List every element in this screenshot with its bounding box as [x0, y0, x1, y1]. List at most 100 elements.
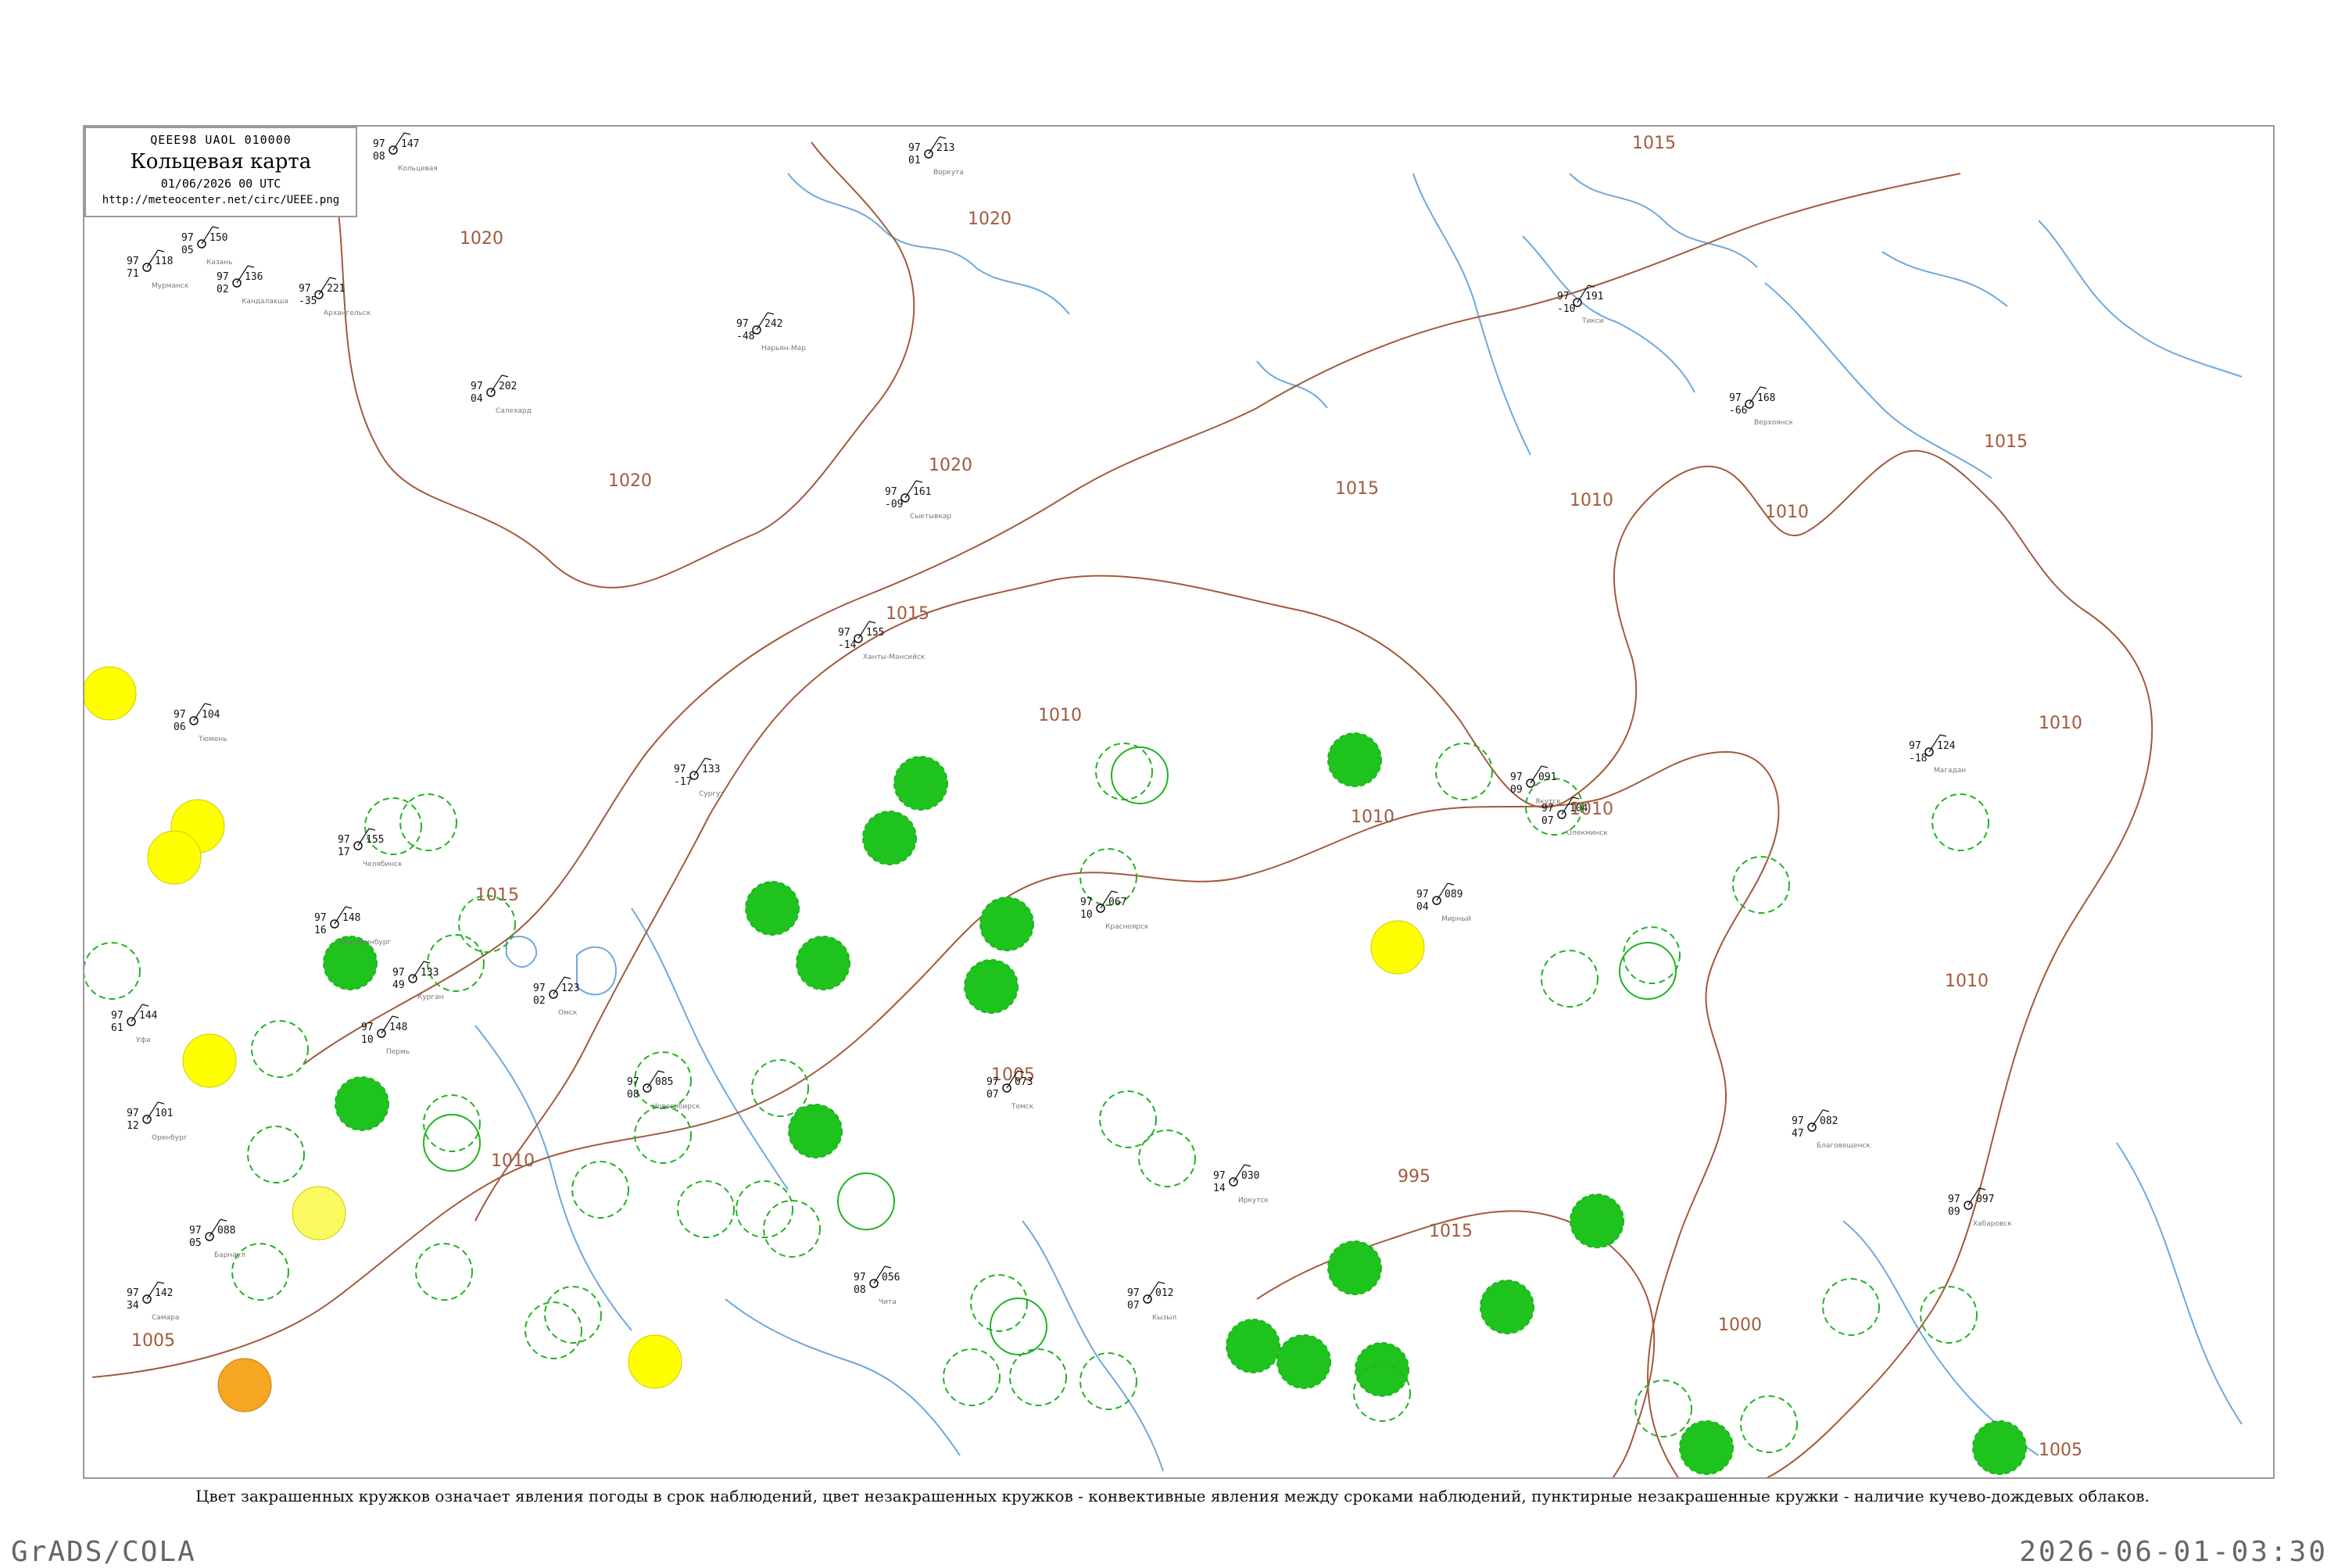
station-name: Благовещенск	[1817, 1142, 1871, 1150]
station-pressure: 168	[1757, 392, 1775, 404]
station-pressure: 147	[401, 138, 419, 150]
wind-barb-feather	[939, 136, 947, 139]
river	[725, 1298, 961, 1456]
station-dewpoint: 17	[338, 847, 350, 858]
cb-circle	[970, 1274, 1028, 1332]
station-name: Хабаровск	[1973, 1220, 2012, 1228]
wind-barb-feather	[392, 1015, 399, 1018]
river	[2116, 1142, 2243, 1425]
station-temperature: 97	[127, 1287, 139, 1299]
station-pressure: 133	[421, 967, 439, 979]
station-temperature: 97	[1909, 740, 1921, 752]
station-temperature: 97	[127, 256, 139, 267]
wind-barb-feather	[157, 1101, 165, 1104]
station-dewpoint: -66	[1729, 405, 1747, 417]
map-caption: Цвет закрашенных кружков означает явлени…	[195, 1487, 2150, 1505]
station-temperature: 97	[674, 764, 686, 775]
wind-barb-feather	[212, 226, 220, 229]
cb-circle	[524, 1301, 582, 1359]
station-pressure: 136	[245, 271, 263, 283]
station-dewpoint: 08	[627, 1089, 639, 1101]
storm-circle	[1679, 1420, 1734, 1475]
station-dewpoint: 02	[533, 995, 546, 1007]
station-dewpoint: -48	[736, 331, 754, 342]
yellow-circle	[182, 1033, 237, 1088]
cb-circle	[751, 1059, 809, 1117]
wind-barb-feather	[345, 906, 353, 909]
wind-barb-feather	[204, 703, 212, 706]
station-plot: 012 9707 Кызыл	[1127, 1281, 1176, 1322]
wind-barb-feather	[1158, 1281, 1165, 1284]
station-name: Мирный	[1441, 915, 1471, 923]
convective-ring	[990, 1298, 1047, 1355]
station-pressure: 104	[202, 709, 220, 721]
station-name: Кандалакша	[242, 298, 288, 306]
station-pressure: 082	[1820, 1115, 1838, 1127]
isobar-label: 1015	[475, 886, 519, 905]
station-plot: 148 9710 Пермь	[361, 1015, 410, 1056]
station-pressure: 012	[1155, 1287, 1173, 1299]
cb-circle	[1009, 1348, 1067, 1406]
isobar	[334, 141, 915, 589]
cb-circle	[1634, 1380, 1692, 1437]
isobar-label: 1010	[1570, 491, 1613, 510]
station-temperature: 97	[314, 912, 327, 924]
station-plot: 213 9701 Воркута	[908, 136, 964, 177]
storm-circle	[796, 936, 850, 990]
station-layer: 1479708Кольцевая1369702Кандалакша1189771…	[111, 132, 2012, 1322]
wind-barb-feather	[220, 1219, 227, 1222]
station-dewpoint: 05	[189, 1237, 202, 1249]
station-plot: 155 97-14 Ханты-Мансийск	[838, 621, 925, 661]
station-name: Омск	[558, 1009, 578, 1017]
station-dewpoint: 07	[1127, 1300, 1140, 1312]
station-temperature: 97	[471, 381, 483, 392]
station-dewpoint: 08	[373, 151, 385, 163]
isobar-label: 1010	[1945, 972, 1989, 991]
title-box: QEEE98 UAOL 010000 Кольцевая карта 01/06…	[84, 127, 357, 217]
station-dewpoint: 12	[127, 1120, 139, 1132]
station-dewpoint: 10	[1080, 909, 1093, 921]
map-url[interactable]: http://meteocenter.net/circ/UEEE.png	[86, 194, 356, 206]
cb-circle	[415, 1243, 473, 1301]
river	[1522, 235, 1695, 393]
isobar-labels: 1020 1020 1020 1020 1015 1015 1015 1015 …	[131, 134, 2082, 1460]
wind-barb-feather	[403, 132, 411, 135]
station-temperature: 97	[854, 1272, 866, 1283]
storm-circle	[745, 881, 800, 936]
wind-barb-feather	[1541, 765, 1548, 768]
cb-circle	[1079, 1352, 1137, 1410]
map-frame: 1020 1020 1020 1020 1015 1015 1015 1015 …	[83, 125, 2275, 1479]
wind-barb-feather	[1572, 797, 1580, 800]
storm-circle	[862, 811, 917, 865]
isobar-label: 1010	[1351, 807, 1394, 827]
isobar-label: 1020	[929, 456, 972, 475]
storm-circle	[335, 1076, 389, 1131]
station-pressure: 030	[1241, 1170, 1259, 1182]
station-plot: 148 9716 Екатеринбург	[314, 906, 391, 947]
isobar-label: 1005	[2039, 1441, 2082, 1460]
wind-barb-feather	[368, 828, 376, 831]
cb-circle	[571, 1161, 629, 1219]
station-plot: 030 9714 Иркутск	[1213, 1164, 1269, 1205]
station-pressure: 073	[1015, 1076, 1033, 1088]
station-name: Казань	[206, 259, 232, 267]
isobar-label: 1015	[1984, 432, 2028, 452]
station-temperature: 97	[627, 1076, 639, 1088]
cb-circle	[84, 942, 141, 1000]
station-dewpoint: 10	[361, 1034, 374, 1046]
station-name: Архангельск	[324, 310, 371, 317]
coast	[787, 173, 1070, 315]
river	[1764, 282, 1992, 479]
station-temperature: 97	[338, 834, 350, 846]
river	[631, 908, 789, 1190]
station-pressure: 155	[366, 834, 384, 846]
isobar-label: 1010	[2039, 714, 2082, 733]
station-name: Чита	[879, 1298, 897, 1306]
station-pressure: 161	[913, 486, 931, 498]
station-plot: 123 9702 Омск	[533, 976, 579, 1017]
yellow-circle	[292, 1186, 346, 1240]
station-dewpoint: -18	[1909, 753, 1927, 764]
river	[1022, 1220, 1164, 1472]
station-dewpoint: -10	[1557, 303, 1575, 315]
station-name: Новосибирск	[652, 1103, 700, 1111]
